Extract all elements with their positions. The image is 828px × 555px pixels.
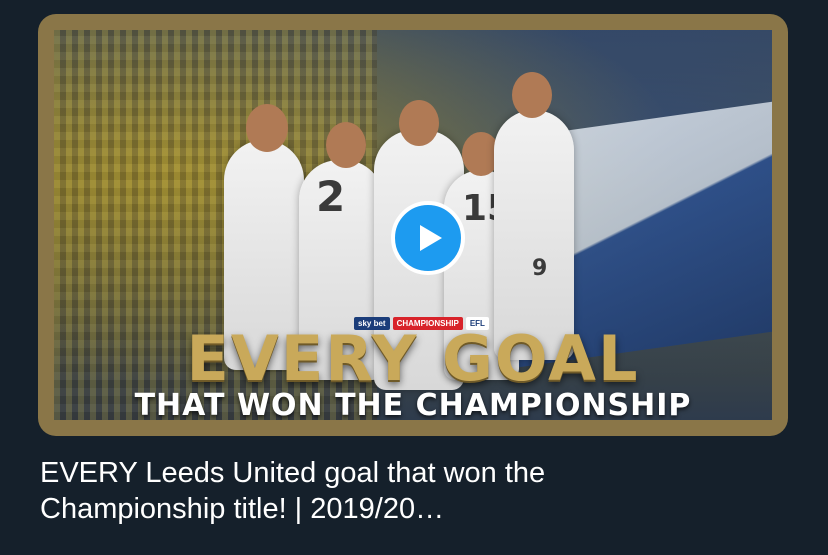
player-number-2-head (326, 122, 366, 168)
player-right-head (512, 72, 552, 118)
video-card[interactable]: 2 15 9 sky bet CHAMPIONSHIP EFL EVERY GO… (38, 14, 788, 436)
play-button[interactable] (391, 201, 465, 275)
thumbnail-subline: THAT WON THE CHAMPIONSHIP (134, 388, 692, 420)
jersey-number: 9 (532, 256, 548, 281)
play-icon (419, 225, 442, 251)
thumbnail-headline: EVERY GOAL (186, 322, 640, 395)
video-thumbnail[interactable]: 2 15 9 sky bet CHAMPIONSHIP EFL EVERY GO… (54, 30, 772, 420)
video-title-link[interactable]: EVERY Leeds United goal that won the Cha… (40, 455, 780, 527)
jersey-number: 2 (316, 172, 346, 221)
video-title-line-1: EVERY Leeds United goal that won the (40, 457, 546, 489)
player-left-head (246, 104, 288, 152)
player-center-head (399, 100, 439, 146)
video-title-line-2: Championship title! | 2019/20… (40, 493, 445, 525)
